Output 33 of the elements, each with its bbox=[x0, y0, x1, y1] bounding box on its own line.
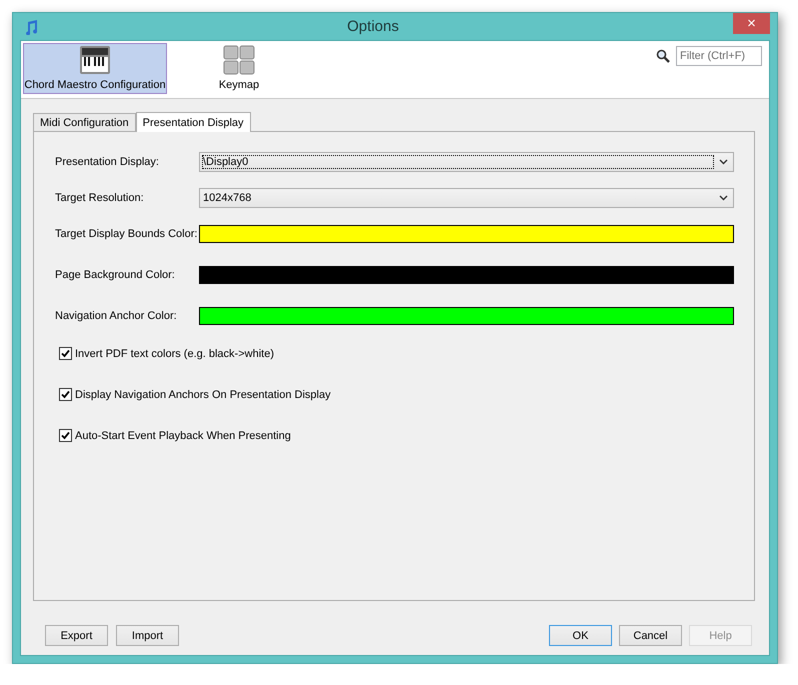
checkbox[interactable] bbox=[59, 347, 72, 360]
field-label: Page Background Color: bbox=[55, 269, 176, 281]
checkbox-label[interactable]: Display Navigation Anchors On Presentation Display bbox=[75, 388, 331, 400]
chevron-down-icon bbox=[719, 159, 728, 165]
dialog-button[interactable]: Export bbox=[45, 625, 108, 646]
close-button[interactable]: × bbox=[733, 13, 770, 34]
search-icon bbox=[656, 49, 670, 63]
dropdown[interactable]: 1024x768 bbox=[199, 188, 734, 208]
checkbox-label[interactable]: Auto-Start Event Playback When Presenting bbox=[75, 430, 291, 442]
field-label: Target Display Bounds Color: bbox=[55, 228, 198, 240]
checkbox[interactable] bbox=[59, 388, 72, 401]
category-button[interactable]: Chord Maestro Configuration bbox=[23, 43, 167, 94]
tab[interactable]: Presentation Display bbox=[136, 112, 251, 132]
tab[interactable]: Midi Configuration bbox=[33, 113, 136, 131]
color-swatch[interactable] bbox=[199, 225, 734, 243]
field-label: Navigation Anchor Color: bbox=[55, 310, 178, 322]
color-swatch[interactable] bbox=[199, 266, 734, 284]
filter-field[interactable]: Filter (Ctrl+F) bbox=[676, 46, 762, 66]
dialog-button[interactable]: Import bbox=[116, 625, 179, 646]
dialog-button[interactable]: OK bbox=[549, 625, 612, 646]
dropdown[interactable]: \Display0 bbox=[199, 152, 734, 172]
checkbox[interactable] bbox=[59, 429, 72, 442]
field-label: Target Resolution: bbox=[55, 192, 145, 204]
color-swatch[interactable] bbox=[199, 307, 734, 325]
piano-keyboard-icon bbox=[79, 45, 111, 75]
music-note-icon bbox=[23, 18, 39, 34]
window-title: Options bbox=[346, 18, 400, 35]
category-button[interactable]: Keymap bbox=[167, 43, 311, 94]
dialog-button[interactable]: Cancel bbox=[619, 625, 682, 646]
chevron-down-icon bbox=[719, 195, 728, 201]
checkbox-label[interactable]: Invert PDF text colors (e.g. black->white) bbox=[75, 348, 274, 360]
field-label: Presentation Display: bbox=[55, 156, 160, 168]
keyboard-keys-icon bbox=[223, 45, 255, 75]
